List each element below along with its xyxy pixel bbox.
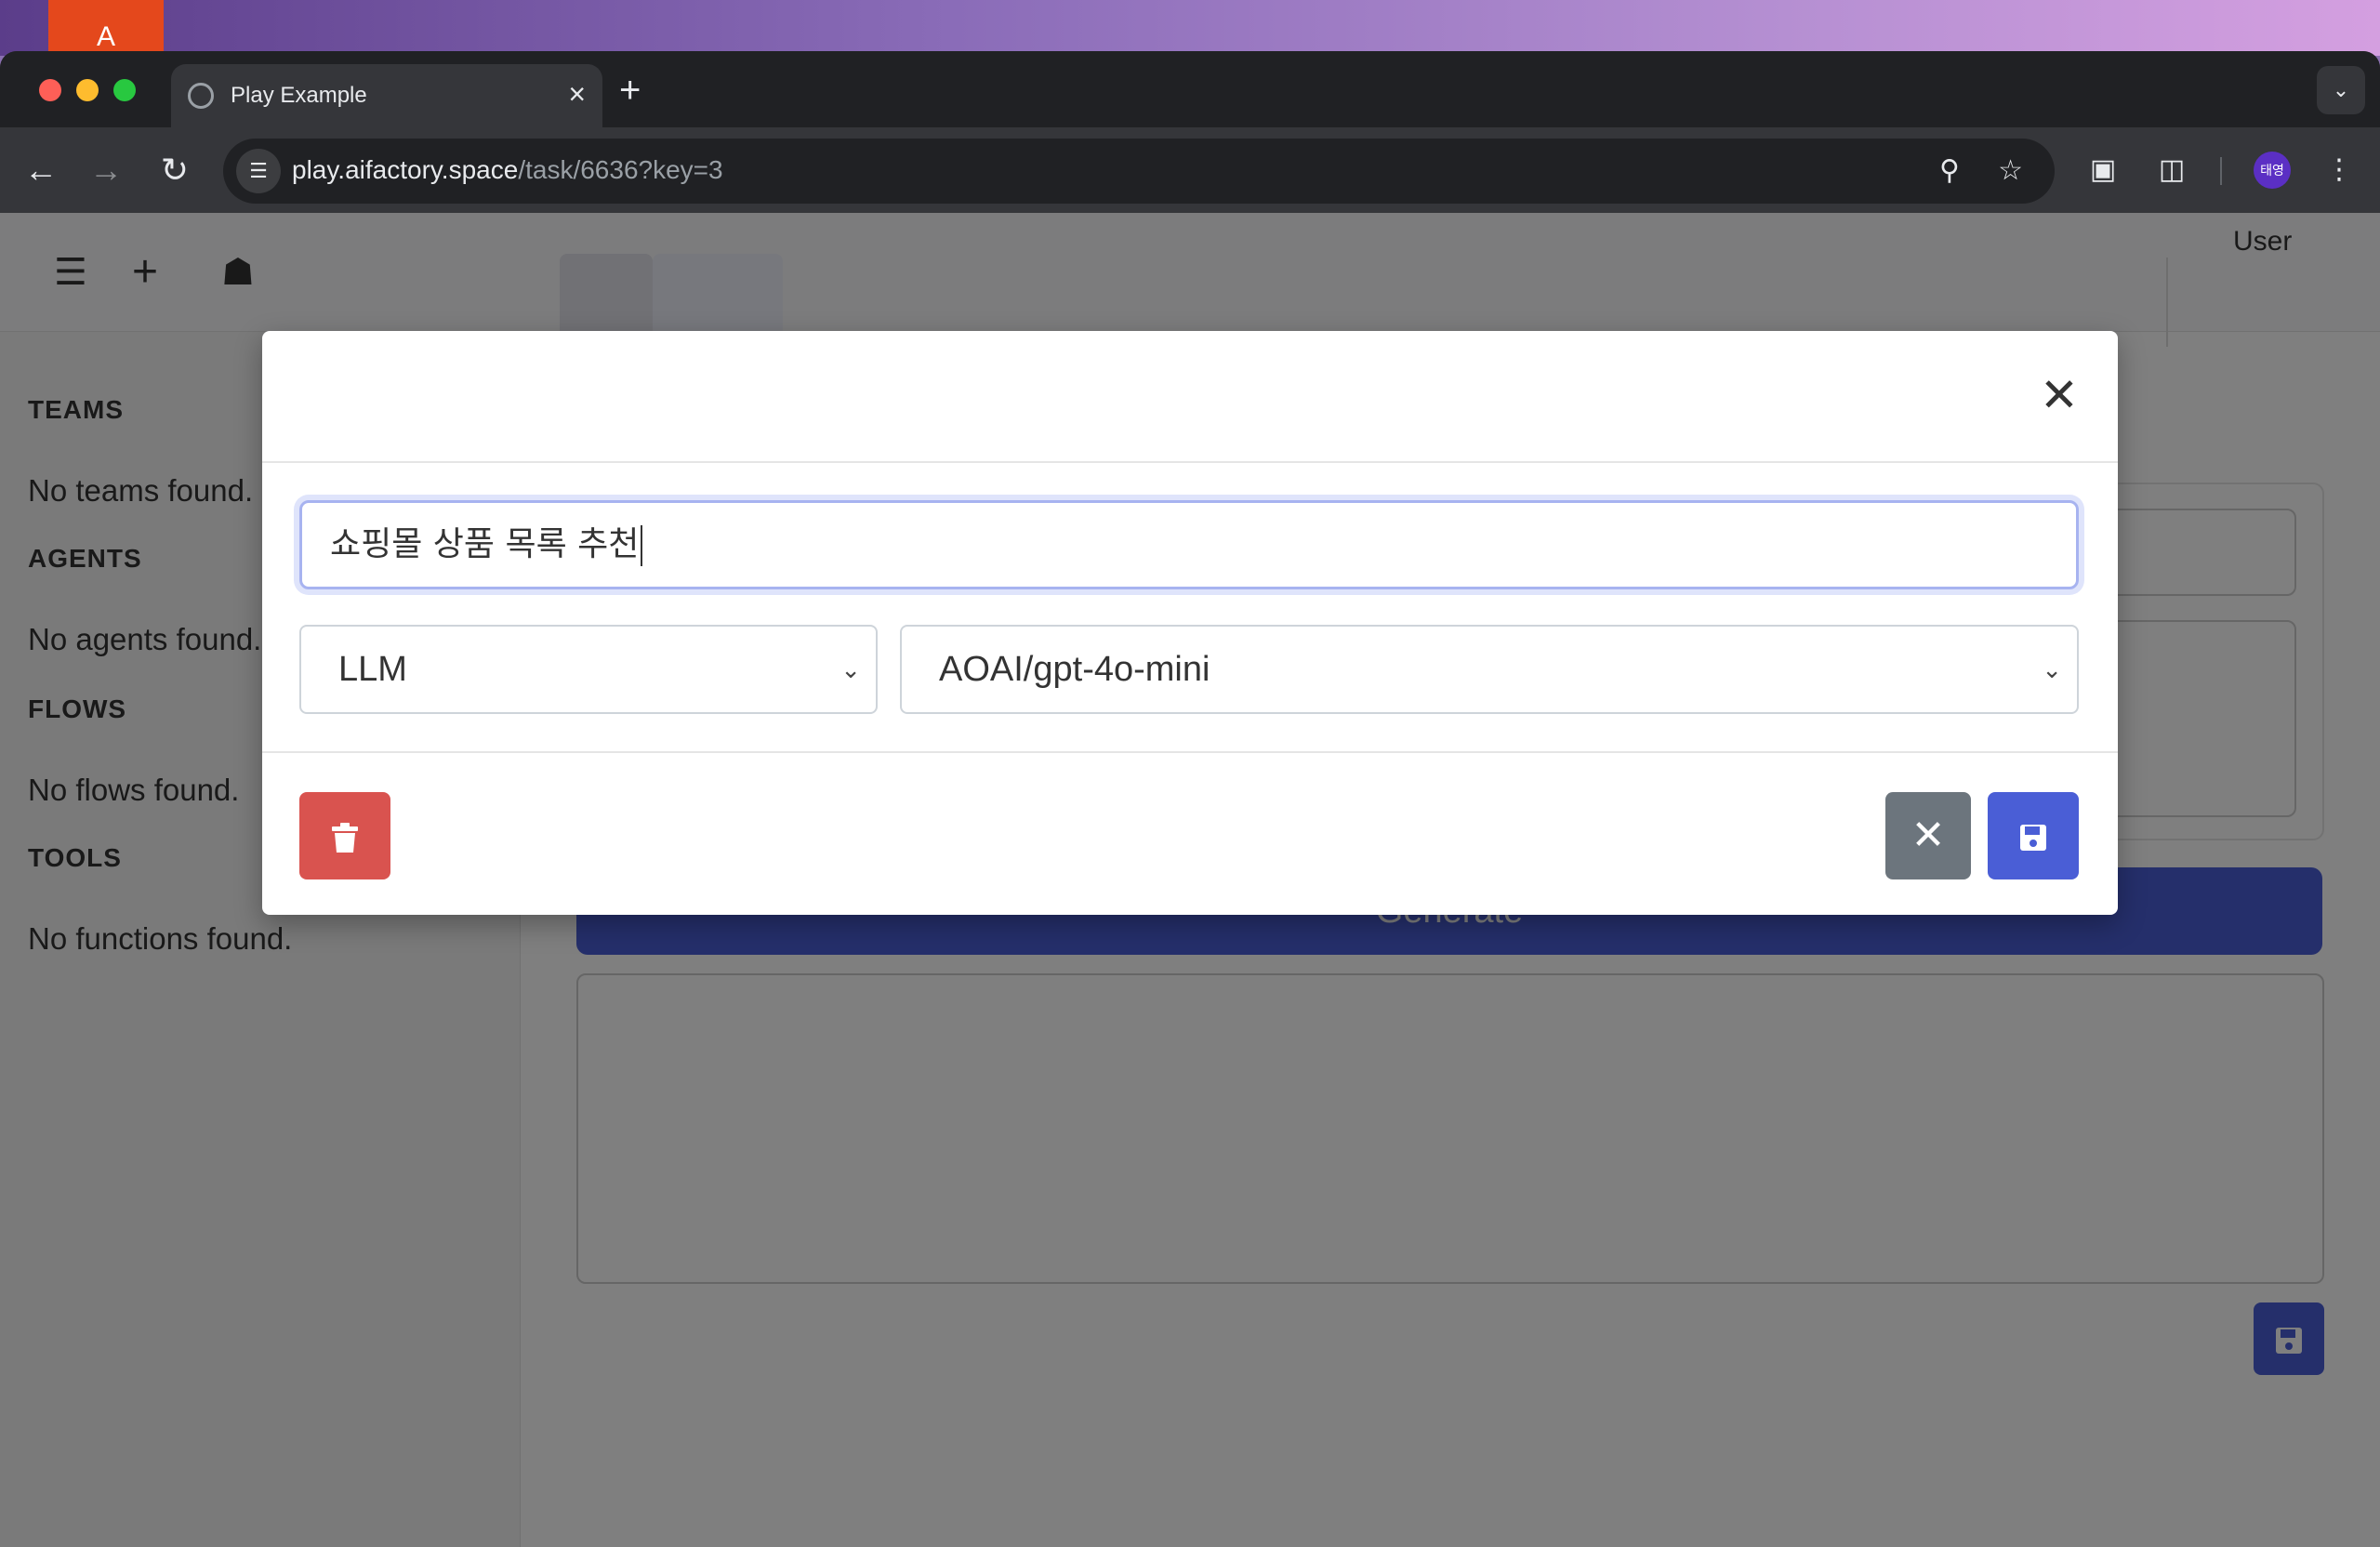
browser-tab[interactable]: Play Example × — [171, 64, 602, 127]
globe-icon — [188, 83, 214, 109]
tab-search-chevron-icon[interactable]: ⌄ — [2317, 66, 2365, 114]
edit-item-modal: ✕ 쇼핑몰 상품 목록 추천 LLM ⌄ AOAI/gpt-4o-mini ⌄ … — [262, 331, 2118, 915]
forward-arrow-icon[interactable]: → — [84, 148, 128, 192]
trash-icon — [332, 823, 358, 853]
close-x-icon: ✕ — [1911, 813, 1946, 858]
maximize-window-button[interactable] — [113, 79, 136, 101]
tab-title: Play Example — [231, 83, 367, 108]
text-caret — [641, 525, 643, 566]
site-info-icon[interactable]: ☰ — [236, 149, 281, 193]
cancel-button[interactable]: ✕ — [1885, 792, 1971, 879]
toolbar-divider — [2220, 157, 2222, 185]
modal-close-icon[interactable]: ✕ — [2040, 372, 2079, 418]
delete-button[interactable] — [299, 792, 390, 879]
name-input-value: 쇼핑몰 상품 목록 추천 — [330, 525, 640, 563]
zoom-icon[interactable]: ⚲ — [1939, 153, 1960, 189]
url-host: play.aifactory.space — [292, 155, 519, 184]
type-select-value: LLM — [338, 650, 407, 689]
save-button[interactable] — [1988, 792, 2079, 879]
reload-icon[interactable]: ↻ — [152, 148, 197, 192]
extensions-puzzle-icon[interactable]: ◫ — [2149, 150, 2194, 191]
modal-footer-divider — [262, 751, 2118, 753]
back-arrow-icon[interactable]: ← — [19, 148, 63, 192]
chevron-down-icon: ⌄ — [840, 655, 861, 683]
page-content: ☰ + ☗ User TEAMS No teams found. AGENTS … — [0, 213, 2380, 1547]
model-select[interactable]: AOAI/gpt-4o-mini ⌄ — [900, 625, 2079, 714]
profile-avatar[interactable]: 태영 — [2254, 152, 2291, 189]
chevron-down-icon: ⌄ — [2042, 655, 2062, 683]
more-menu-icon[interactable]: ⋮ — [2317, 150, 2361, 191]
tab-close-icon[interactable]: × — [568, 77, 586, 111]
close-window-button[interactable] — [39, 79, 61, 101]
name-input[interactable]: 쇼핑몰 상품 목록 추천 — [299, 500, 2079, 589]
cast-icon[interactable]: ▣ — [2081, 150, 2125, 191]
bookmark-star-icon[interactable]: ☆ — [1998, 153, 2023, 189]
tab-bar: Play Example × + ⌄ — [0, 51, 2380, 127]
floppy-disk-icon — [2020, 825, 2046, 852]
url-path: /task/6636?key=3 — [518, 155, 723, 184]
dock-app-icon[interactable]: A — [48, 0, 164, 51]
modal-header: ✕ — [262, 331, 2118, 463]
type-select[interactable]: LLM ⌄ — [299, 625, 878, 714]
model-select-value: AOAI/gpt-4o-mini — [939, 650, 1210, 689]
url-text[interactable]: play.aifactory.space/task/6636?key=3 — [292, 155, 723, 185]
new-tab-button[interactable]: + — [619, 72, 641, 109]
browser-toolbar: ← → ↻ ☰ play.aifactory.space/task/6636?k… — [0, 127, 2380, 213]
address-bar[interactable]: ☰ play.aifactory.space/task/6636?key=3 ⚲… — [223, 139, 2055, 204]
browser-window: Play Example × + ⌄ ← → ↻ ☰ play.aifactor… — [0, 51, 2380, 1547]
desktop-wallpaper — [0, 0, 2380, 56]
minimize-window-button[interactable] — [76, 79, 99, 101]
